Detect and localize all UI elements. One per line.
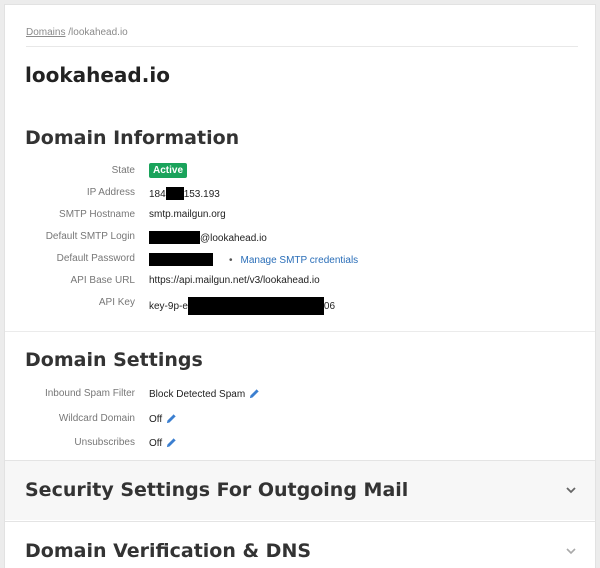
- pencil-icon[interactable]: [166, 413, 177, 424]
- default-password-row: Default Password • Manage SMTP credential…: [5, 250, 595, 268]
- breadcrumb-domains-link[interactable]: Domains: [26, 27, 65, 38]
- domain-verification-panel[interactable]: Domain Verification & DNS: [5, 521, 595, 568]
- domain-settings-heading: Domain Settings: [25, 349, 203, 371]
- smtp-hostname-value: smtp.mailgun.org: [149, 209, 226, 220]
- smtp-login-value: @lookahead.io: [149, 231, 267, 244]
- page-title: lookahead.io: [25, 63, 170, 87]
- domain-verification-heading: Domain Verification & DNS: [25, 540, 312, 562]
- status-badge: Active: [149, 163, 188, 178]
- smtp-login-row: Default SMTP Login @lookahead.io: [5, 228, 595, 246]
- api-key-suffix: 06: [323, 301, 336, 312]
- security-settings-heading: Security Settings For Outgoing Mail: [25, 479, 409, 501]
- api-base-url-value: https://api.mailgun.net/v3/lookahead.io: [149, 275, 320, 286]
- unsubscribes-row: Unsubscribes Off: [5, 434, 595, 452]
- smtp-hostname-row: SMTP Hostname smtp.mailgun.org: [5, 206, 595, 224]
- wildcard-domain-label: Wildcard Domain: [58, 413, 135, 424]
- inbound-spam-filter-value: Block Detected Spam: [149, 389, 246, 400]
- bullet-separator: •: [229, 255, 233, 266]
- unsubscribes-value: Off: [149, 438, 163, 449]
- api-key-value: key-9p-e 06: [149, 297, 335, 315]
- default-password-value: • Manage SMTP credentials: [149, 253, 358, 266]
- wildcard-domain-row: Wildcard Domain Off: [5, 410, 595, 428]
- ip-address-value: 184 153.193: [149, 187, 220, 200]
- inbound-spam-filter-label: Inbound Spam Filter: [44, 388, 135, 399]
- api-key-label: API Key: [98, 297, 135, 308]
- domain-card: Domains /lookahead.io lookahead.io Domai…: [4, 4, 596, 568]
- redaction-box: [149, 253, 213, 266]
- smtp-login-label: Default SMTP Login: [45, 231, 135, 242]
- unsubscribes-label: Unsubscribes: [74, 437, 135, 448]
- security-settings-panel[interactable]: Security Settings For Outgoing Mail: [5, 460, 595, 520]
- api-base-url-label: API Base URL: [70, 275, 135, 286]
- api-key-prefix: key-9p-e: [149, 301, 188, 312]
- domain-information-heading: Domain Information: [25, 127, 240, 149]
- ip-address-row: IP Address 184 153.193: [5, 184, 595, 202]
- wildcard-domain-value: Off: [149, 414, 163, 425]
- breadcrumb-current: lookahead.io: [71, 27, 128, 38]
- redaction-box: [149, 231, 200, 244]
- ip-address-label: IP Address: [86, 187, 135, 198]
- redaction-box: [187, 297, 324, 315]
- smtp-hostname-label: SMTP Hostname: [59, 209, 135, 220]
- default-password-label: Default Password: [56, 253, 135, 264]
- api-base-url-row: API Base URL https://api.mailgun.net/v3/…: [5, 272, 595, 290]
- manage-smtp-credentials-link[interactable]: Manage SMTP credentials: [241, 255, 359, 266]
- section-divider: [5, 331, 595, 332]
- pencil-icon[interactable]: [166, 437, 177, 448]
- state-label: State: [111, 165, 135, 176]
- ip-address-suffix: 153.193: [183, 189, 220, 200]
- ip-address-prefix: 184: [149, 189, 166, 200]
- breadcrumb: Domains /lookahead.io: [26, 27, 578, 47]
- smtp-login-suffix: @lookahead.io: [200, 233, 267, 244]
- redaction-box: [165, 187, 184, 200]
- chevron-down-icon[interactable]: [565, 546, 577, 556]
- chevron-down-icon[interactable]: [565, 485, 577, 495]
- pencil-icon[interactable]: [249, 388, 260, 399]
- api-key-row: API Key key-9p-e 06: [5, 294, 595, 315]
- inbound-spam-filter-row: Inbound Spam Filter Block Detected Spam: [5, 385, 595, 403]
- state-row: State Active: [5, 162, 595, 180]
